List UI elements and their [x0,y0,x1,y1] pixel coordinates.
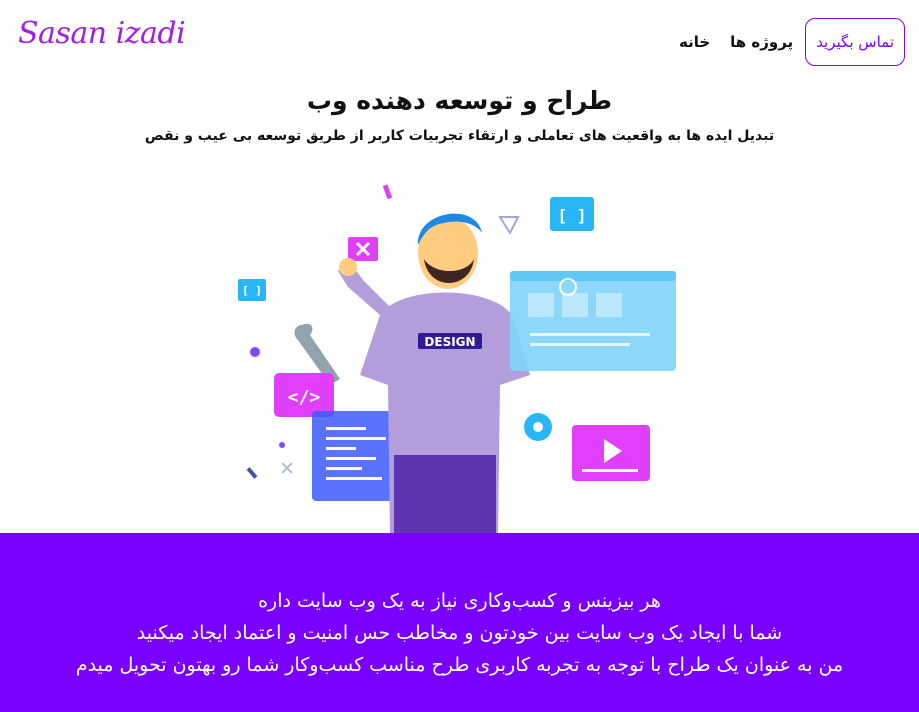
about-line: هر بیزینس و کسب‌وکاری نیاز به یک وب سایت… [258,590,661,612]
svg-text:DESIGN: DESIGN [424,335,475,349]
about-section: هر بیزینس و کسب‌وکاری نیاز به یک وب سایت… [0,533,919,712]
nav-link-home[interactable]: خانه [679,33,710,51]
svg-text:[ ]: [ ] [558,206,587,225]
code-bracket-icon: [ ] [238,279,266,301]
gear-icon [524,413,552,441]
dot-icon [279,442,285,448]
svg-text:[ ]: [ ] [242,284,262,297]
confetti-icon [382,184,393,200]
contact-button[interactable]: تماس بگیرید [805,18,905,66]
dot-icon [250,347,260,357]
svg-text:</>: </> [288,387,321,408]
hero-subtitle: تبدیل ایده ها به واقعیت های تعاملی و ارت… [144,128,775,144]
close-icon [348,237,378,261]
hero-title: طراح و توسعه دهنده وب [306,86,613,115]
about-line: من به عنوان یک طراح با توجه به تجربه کار… [75,654,844,676]
code-tag-icon: </> [274,373,334,417]
browser-window-panel [510,271,676,371]
about-line: شما با ایجاد یک وب سایت بین خودتون و مخا… [136,622,783,644]
shirt-label: DESIGN [418,333,482,349]
code-bracket-icon: [ ] [550,197,594,231]
person-hand [339,258,357,276]
main-nav: تماس بگیرید پروژه ها خانه [679,18,905,66]
video-window-panel [572,425,650,481]
developer-illustration: [ ] [ ] </> DESIGN [238,184,676,533]
confetti-icon [246,467,258,479]
about-text: هر بیزینس و کسب‌وکاری نیاز به یک وب سایت… [0,585,919,681]
triangle-icon [498,216,520,236]
cross-icon [281,462,293,474]
logo[interactable]: Sasan izadi [18,16,186,51]
nav-link-projects[interactable]: پروژه ها [730,33,793,51]
person-pants [394,455,496,533]
site-header: Sasan izadi تماس بگیرید پروژه ها خانه [0,0,919,80]
